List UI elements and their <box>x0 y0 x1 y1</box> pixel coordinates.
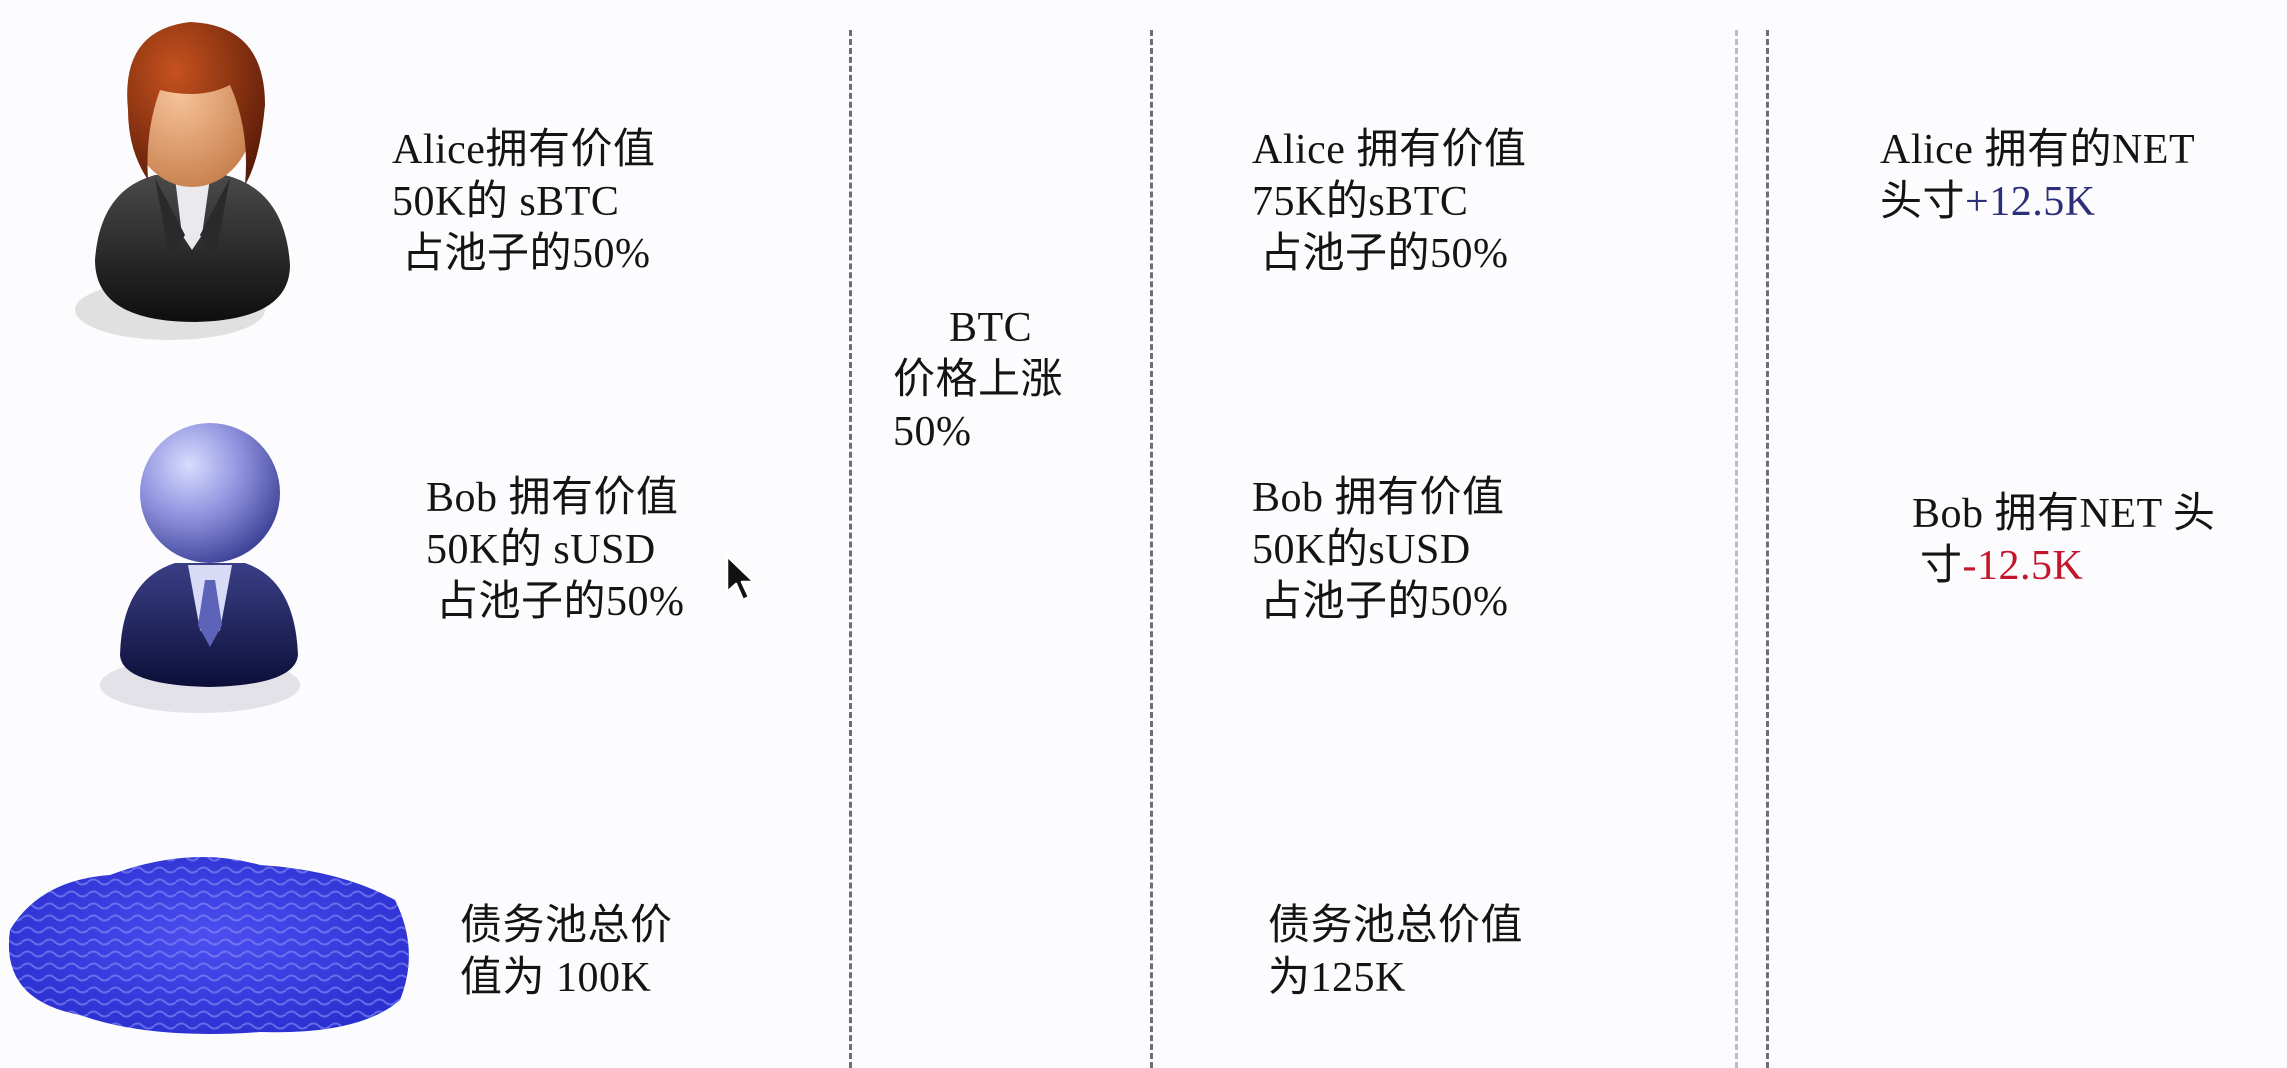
divider-3 <box>1735 30 1738 1068</box>
btc-price-event-text: BTC 价格上涨 50% <box>893 305 1064 455</box>
man-avatar-icon <box>100 423 300 713</box>
pool-before-text: 债务池总价 值为 100K <box>460 903 673 1001</box>
water-pool-icon <box>8 857 409 1034</box>
alice-net-text: Alice 拥有的NET 头寸+12.5K <box>1880 127 2196 225</box>
mouse-pointer-icon <box>725 554 756 602</box>
woman-avatar-icon <box>75 22 290 340</box>
alice-after-text: Alice 拥有价值 75K的sBTC 占池子的50% <box>1252 127 1527 277</box>
bob-net-value: -12.5K <box>1962 543 2084 589</box>
divider-2 <box>1150 30 1153 1068</box>
divider-4 <box>1766 30 1769 1068</box>
bob-before-text: Bob 拥有价值 50K的 sUSD 占池子的50% <box>426 475 685 625</box>
alice-before-text: Alice拥有价值 50K的 sBTC 占池子的50% <box>392 127 656 277</box>
bob-net-text: Bob 拥有NET 头 寸-12.5K <box>1912 491 2216 589</box>
bob-after-text: Bob 拥有价值 50K的sUSD 占池子的50% <box>1252 475 1509 625</box>
pool-after-text: 债务池总价值 为125K <box>1268 903 1524 1001</box>
alice-net-value: +12.5K <box>1965 179 2096 225</box>
divider-1 <box>849 30 852 1068</box>
